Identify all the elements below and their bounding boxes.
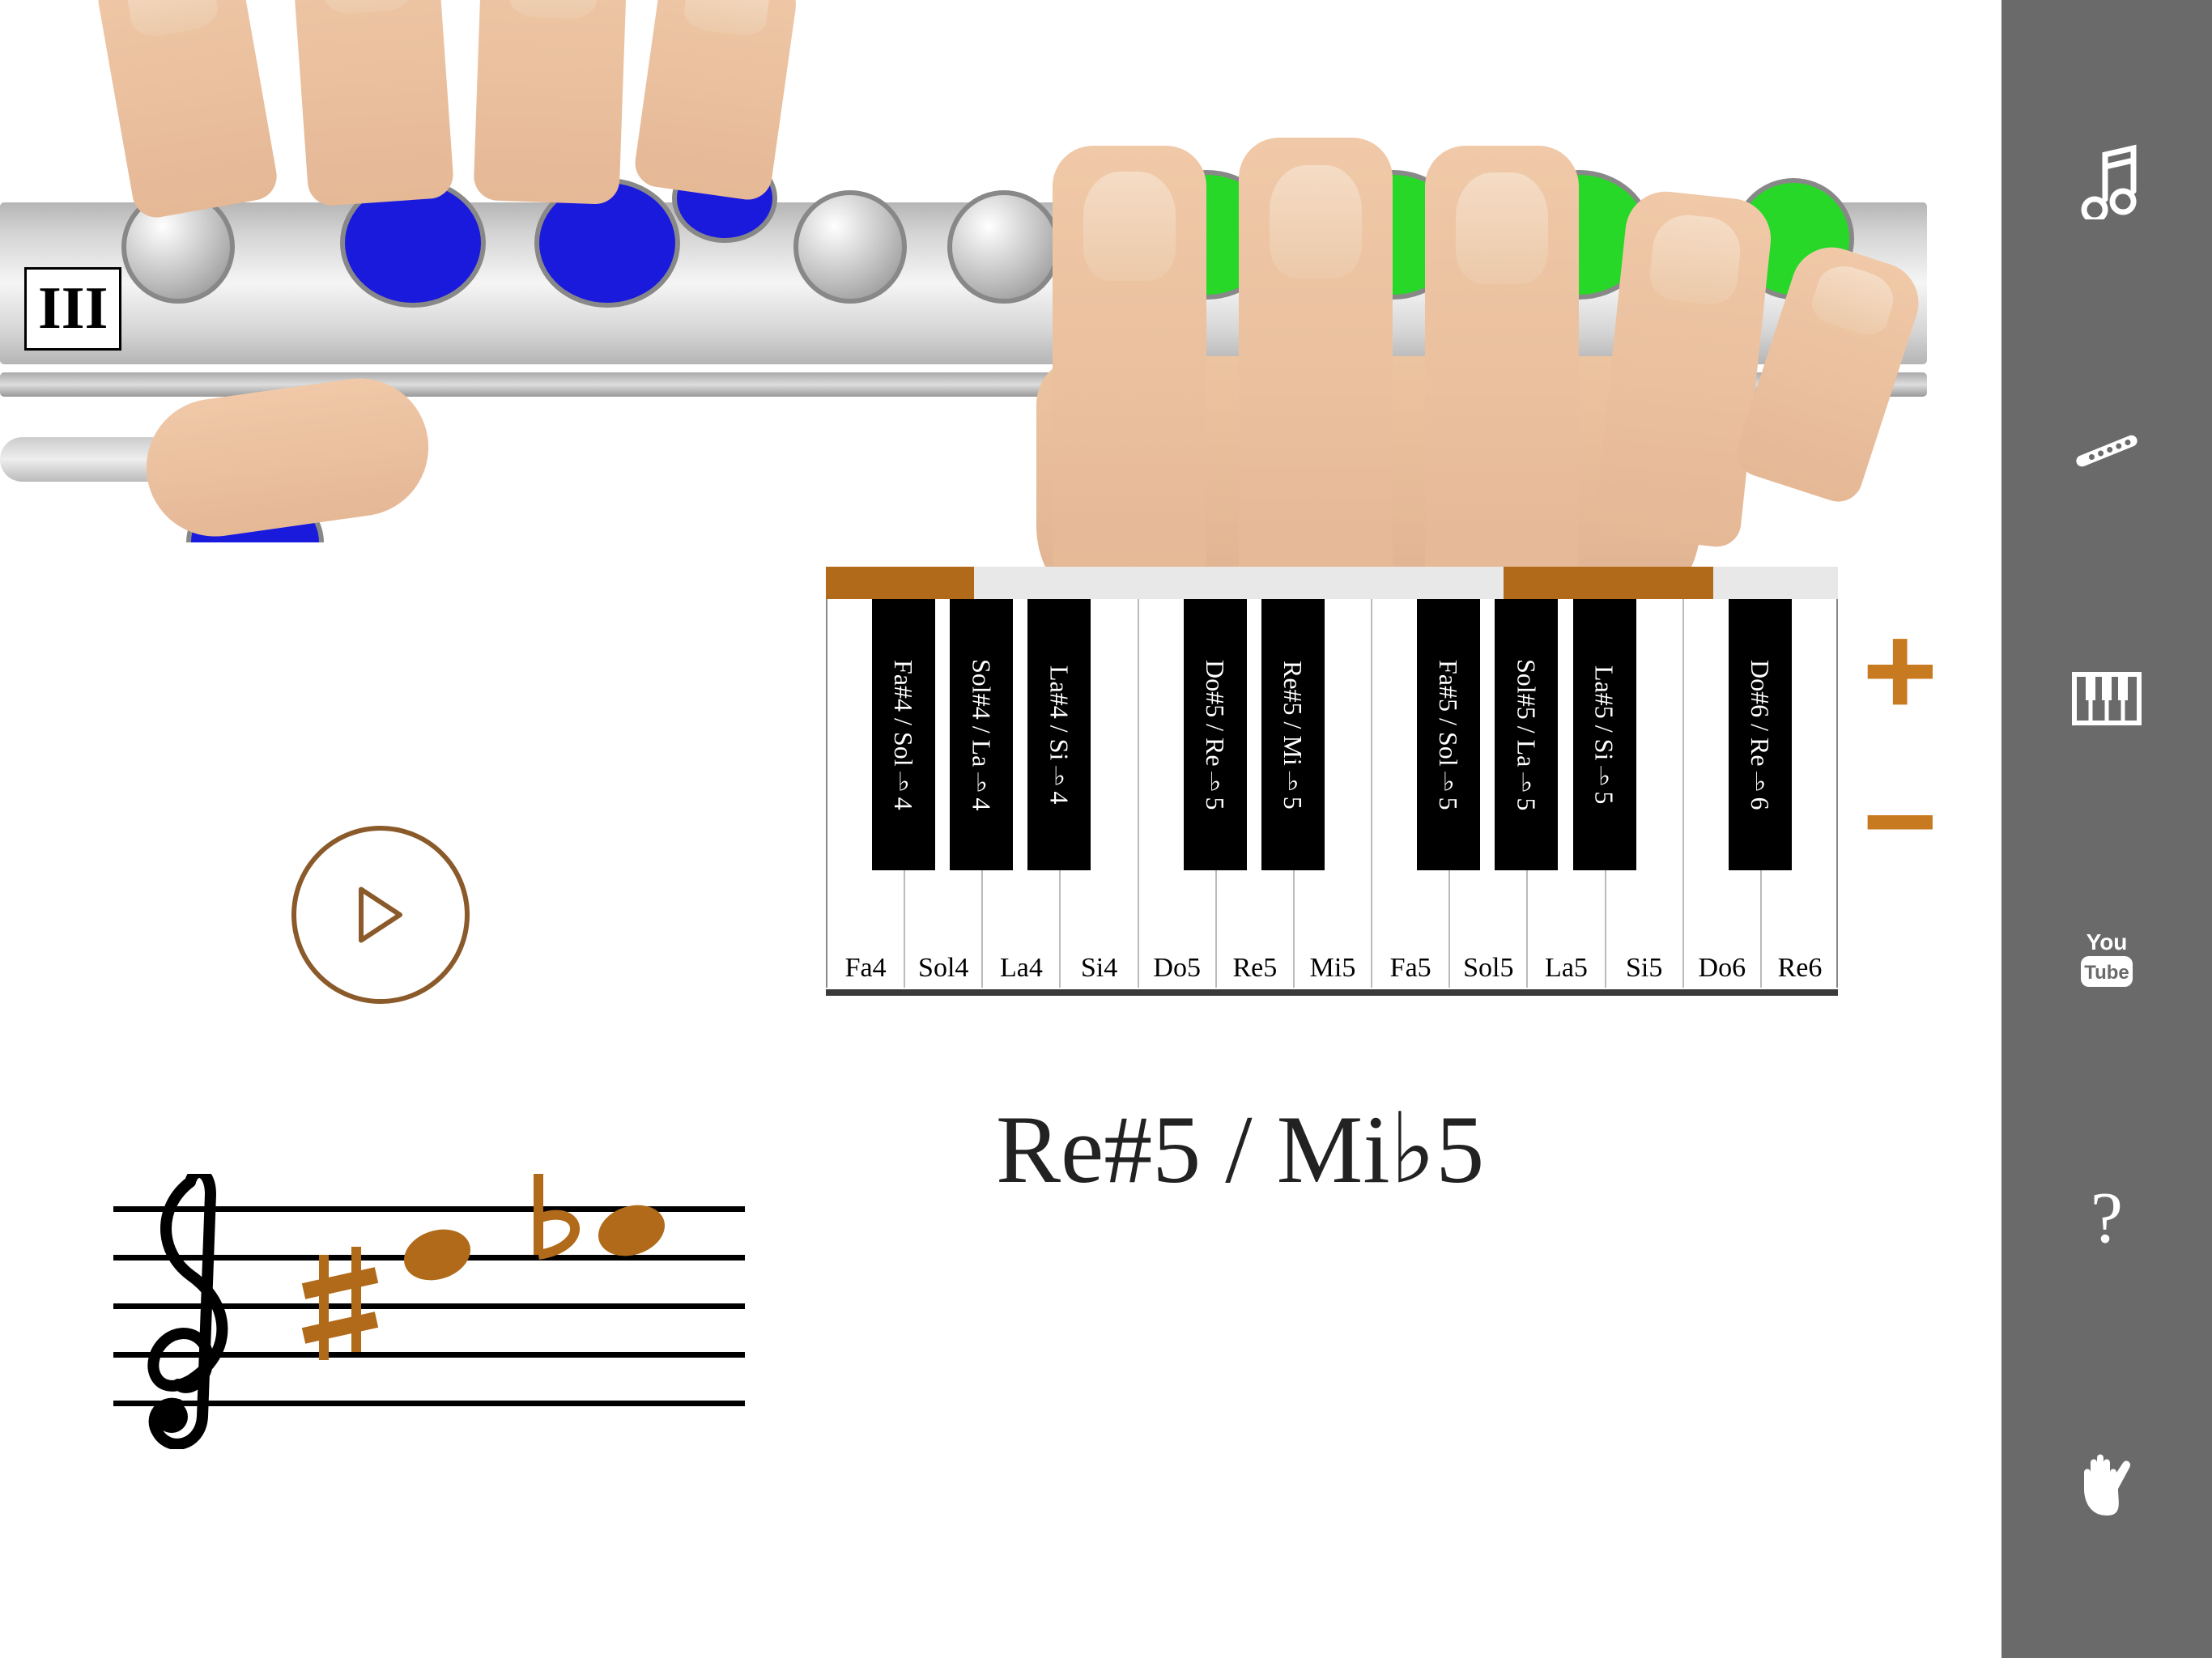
sidebar: You Tube ? — [2001, 0, 2212, 1658]
note-head-sharp — [398, 1221, 477, 1288]
black-key-label: Do#5 / Re♭5 — [1200, 660, 1231, 810]
black-key-label: Sol#5 / La♭5 — [1511, 659, 1542, 810]
keyboard-bottom-line — [826, 989, 1838, 996]
current-note-label: Re#5 / Mi♭5 — [996, 1093, 1484, 1205]
hand-icon[interactable] — [2066, 1439, 2147, 1520]
black-key-label: Do#6 / Re♭6 — [1745, 660, 1776, 810]
black-key-label: Fa#4 / Sol♭4 — [888, 660, 919, 810]
black-key[interactable]: La#4 / Si♭4 — [1027, 599, 1091, 870]
key-rh-index — [1134, 170, 1279, 300]
key-lh-middle — [534, 178, 680, 308]
white-key-label: Si4 — [1081, 953, 1117, 984]
black-key[interactable]: Do#5 / Re♭5 — [1184, 599, 1247, 870]
black-key-label: La#5 / Si♭5 — [1589, 665, 1620, 804]
flute-fingering-view: III — [0, 0, 2001, 567]
flute-rod — [0, 372, 1927, 397]
zoom-out-button[interactable]: − — [1862, 782, 1938, 860]
white-key-label: Fa4 — [845, 953, 887, 984]
staff-notation — [113, 1174, 745, 1449]
black-key-label: Sol#4 / La♭4 — [966, 659, 997, 810]
sharp-accidental — [304, 1247, 376, 1360]
youtube-icon[interactable]: You Tube — [2066, 919, 2147, 1000]
black-key-label: Fa#5 / Sol♭5 — [1433, 660, 1464, 810]
key-rh-ring — [1506, 170, 1652, 300]
black-key[interactable]: Sol#5 / La♭5 — [1495, 599, 1558, 870]
key-lh-index — [340, 178, 486, 308]
white-key-label: Si5 — [1626, 953, 1662, 984]
black-key[interactable]: Sol#4 / La♭4 — [950, 599, 1013, 870]
white-key-label: Mi5 — [1310, 953, 1356, 984]
zoom-in-button[interactable]: + — [1862, 631, 1938, 709]
flat-accidental — [538, 1174, 575, 1255]
key-gap — [793, 190, 907, 304]
svg-text:You: You — [2087, 929, 2128, 954]
black-key[interactable]: Fa#4 / Sol♭4 — [872, 599, 935, 870]
black-key[interactable]: Fa#5 / Sol♭5 — [1417, 599, 1480, 870]
play-button[interactable] — [291, 826, 470, 1004]
help-icon[interactable]: ? — [2066, 1179, 2147, 1260]
white-key-label: La4 — [1000, 953, 1043, 984]
white-key-label: Do5 — [1153, 953, 1201, 984]
white-key-label: Fa5 — [1390, 953, 1431, 984]
key-lh-thumb — [186, 494, 324, 542]
black-key[interactable]: Re#5 / Mi♭5 — [1261, 599, 1325, 870]
foot-lever — [0, 437, 340, 482]
white-key-label: Sol5 — [1463, 953, 1513, 984]
play-icon — [356, 886, 405, 943]
black-key-label: Re#5 / Mi♭5 — [1278, 661, 1308, 810]
note-head-flat — [592, 1197, 671, 1264]
white-key-label: Sol4 — [918, 953, 968, 984]
staff-svg — [113, 1174, 745, 1449]
keyboard-selector[interactable]: Fa4 Sol4 La4 Si4 Do5 Re5 Mi5 Fa5 Sol5 La5 Si5 Do6 Re… — [826, 567, 1838, 1020]
white-key-label: Re6 — [1778, 953, 1823, 984]
white-key-label: Do6 — [1699, 953, 1746, 984]
black-key[interactable]: La#5 / Si♭5 — [1573, 599, 1636, 870]
octave-label: III — [24, 267, 121, 351]
key-lh-ring — [672, 154, 777, 243]
black-key[interactable]: Do#6 / Re♭6 — [1729, 599, 1792, 870]
key-rh-pinky — [1733, 178, 1854, 300]
key-crown — [121, 190, 235, 304]
white-key-label: La5 — [1545, 953, 1588, 984]
piano-icon[interactable] — [2066, 658, 2147, 739]
black-key-label: La#4 / Si♭4 — [1044, 665, 1074, 804]
keyboard-range-bar — [826, 567, 1838, 599]
key-gap2 — [947, 190, 1061, 304]
key-rh-middle — [1320, 170, 1465, 300]
flute-icon[interactable] — [2066, 398, 2147, 479]
white-key-label: Re5 — [1232, 953, 1277, 984]
svg-text:?: ? — [2091, 1179, 2123, 1258]
svg-text:Tube: Tube — [2084, 962, 2129, 984]
music-note-icon[interactable] — [2066, 138, 2147, 219]
